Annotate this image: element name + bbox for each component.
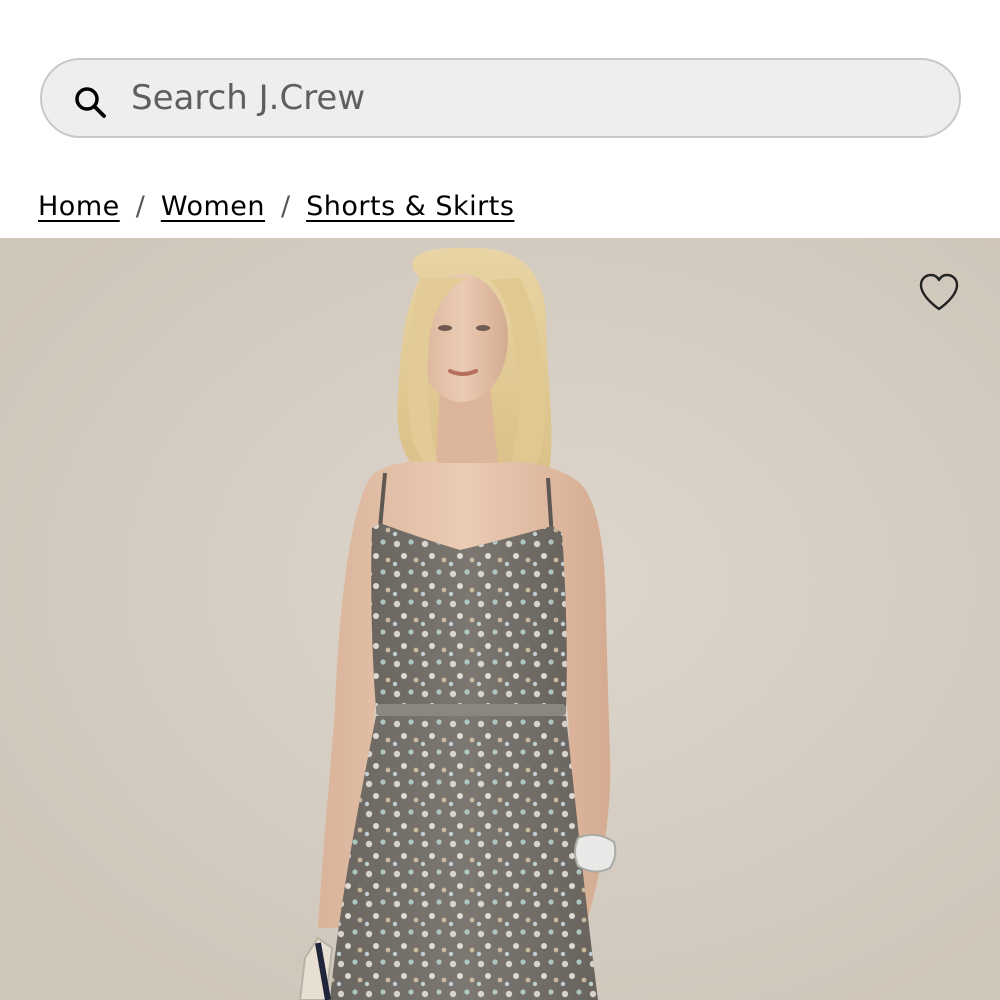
search-bar[interactable]	[40, 58, 961, 138]
product-photo	[0, 238, 1000, 1000]
breadcrumb-separator: /	[281, 190, 291, 222]
heart-outline-icon[interactable]	[916, 270, 962, 316]
breadcrumb-link-women[interactable]: Women	[161, 191, 265, 222]
breadcrumb-link-home[interactable]: Home	[38, 191, 120, 222]
search-input[interactable]	[131, 60, 911, 136]
breadcrumb-separator: /	[135, 190, 145, 222]
search-icon[interactable]	[72, 84, 108, 120]
product-page: Home / Women / Shorts & Skirts	[0, 0, 1000, 1000]
product-image[interactable]	[0, 238, 1000, 1000]
breadcrumb-link-shorts-skirts[interactable]: Shorts & Skirts	[306, 191, 514, 222]
breadcrumb: Home / Women / Shorts & Skirts	[38, 186, 514, 226]
